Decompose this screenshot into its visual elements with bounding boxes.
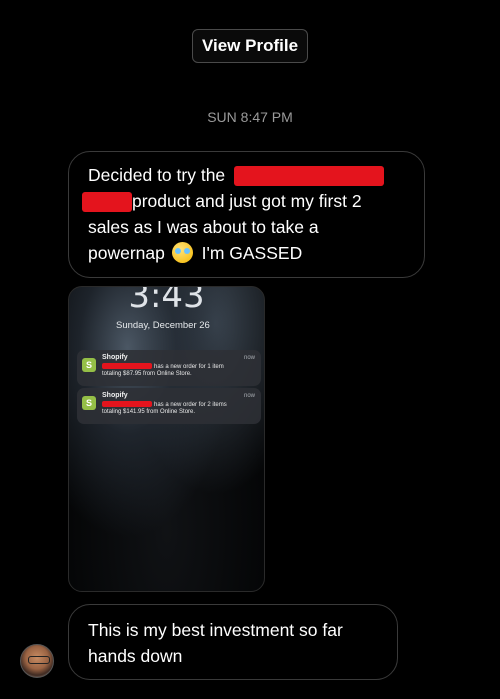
notification: S Shopify now has a new order for 1 item… — [77, 350, 261, 386]
message-bubble[interactable]: Decided to try the product and just got … — [68, 151, 425, 278]
sender-avatar[interactable] — [20, 644, 54, 678]
notification-text: totaling $87.95 from Online Store. — [102, 371, 192, 377]
lockscreen-date: Sunday, December 26 — [116, 320, 210, 331]
lockscreen-time: 3:43 — [128, 286, 205, 316]
shopify-bag-icon: S — [82, 396, 96, 410]
shopify-bag-icon: S — [82, 358, 96, 372]
message-text: product and just got my first 2 — [132, 191, 362, 211]
message-bubble[interactable]: This is my best investment so far hands … — [68, 604, 398, 680]
notification-app-name: Shopify — [102, 392, 128, 399]
notification-time: now — [243, 393, 255, 399]
message-line: product and just got my first 2 — [82, 188, 406, 214]
message-line: This is my best investment so far — [88, 620, 343, 640]
notification: S Shopify now has a new order for 2 item… — [77, 388, 261, 424]
message-text: Decided to try the — [88, 165, 226, 185]
message-line: Decided to try the — [88, 162, 406, 188]
message-text: powernap — [88, 243, 165, 263]
message-line: powernap I'm GASSED — [88, 240, 406, 266]
notification-text: has a new order for 2 items — [102, 401, 227, 408]
redaction-mark — [102, 363, 152, 369]
redaction-mark — [102, 401, 152, 407]
thread-timestamp: SUN 8:47 PM — [207, 109, 293, 125]
crying-face-icon — [171, 242, 193, 263]
notification-app-name: Shopify — [102, 354, 128, 361]
notification-text: totaling $141.95 from Online Store. — [102, 409, 196, 415]
notification-time: now — [243, 355, 255, 361]
message-line: sales as I was about to take a — [88, 217, 319, 237]
message-text: I'm GASSED — [201, 243, 303, 263]
message-line: hands down — [88, 646, 183, 666]
notification-text: has a new order for 1 item — [102, 363, 224, 370]
redaction-mark — [82, 192, 132, 213]
view-profile-button[interactable]: View Profile — [192, 29, 308, 63]
shared-screenshot[interactable]: 3:43 Sunday, December 26 S Shopify now h… — [68, 286, 265, 592]
redaction-mark — [234, 166, 385, 187]
